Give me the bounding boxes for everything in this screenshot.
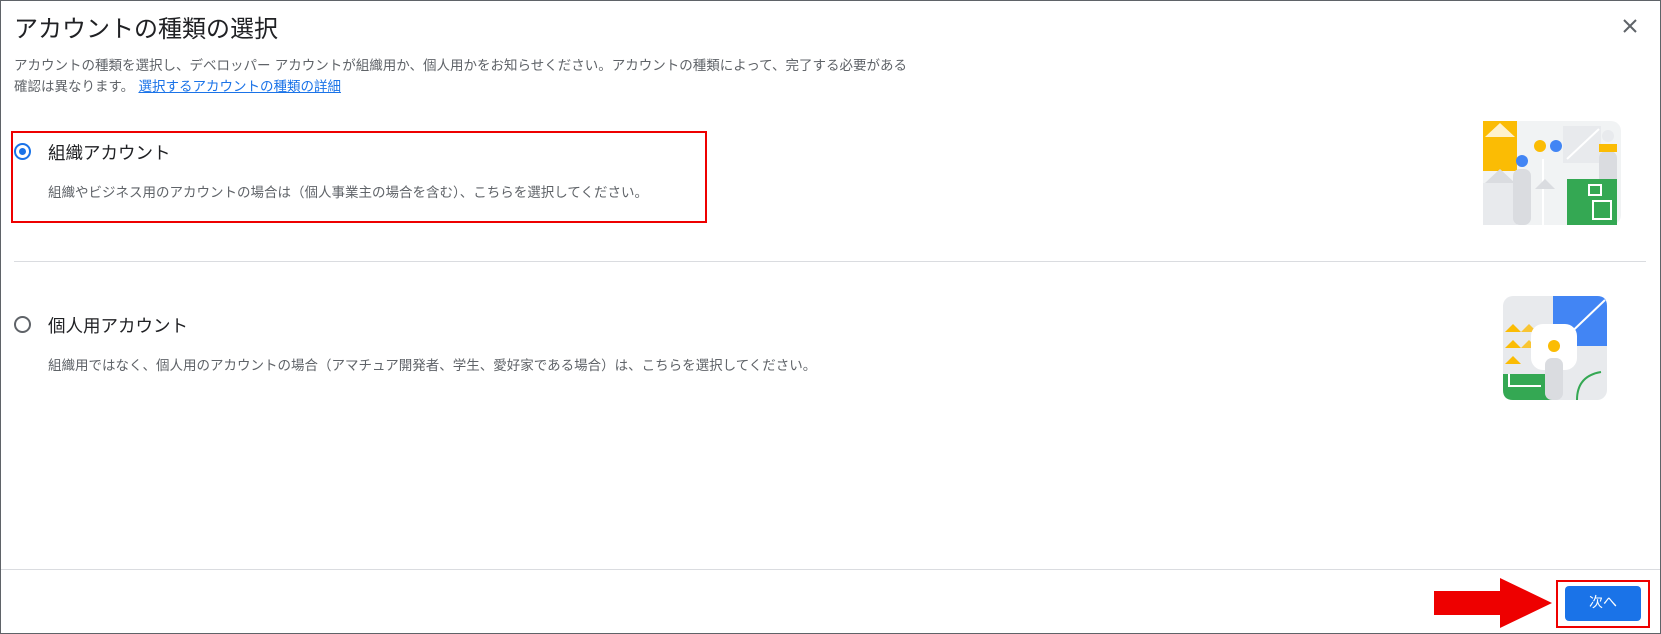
organization-illustration [1483,121,1621,225]
dialog-title: アカウントの種類の選択 [14,15,278,43]
annotation-arrow-icon [1434,578,1552,628]
highlight-box-next [1556,580,1650,628]
option-personal-description: 組織用ではなく、個人用のアカウントの場合（アマチュア開発者、学生、愛好家である場… [48,358,817,374]
highlight-box-organization [11,131,707,223]
dialog-description: アカウントの種類を選択し、デベロッパー アカウントが組織用か、個人用かをお知らせ… [14,56,914,98]
option-divider [14,261,1646,262]
radio-personal[interactable] [14,316,31,333]
personal-illustration [1503,296,1607,401]
option-personal-label: 個人用アカウント [48,317,188,337]
account-type-dialog: アカウントの種類の選択 アカウントの種類を選択し、デベロッパー アカウントが組織… [0,0,1661,634]
learn-more-link[interactable]: 選択するアカウントの種類の詳細 [138,79,341,95]
close-icon[interactable] [1615,11,1645,41]
footer-divider [1,569,1660,570]
